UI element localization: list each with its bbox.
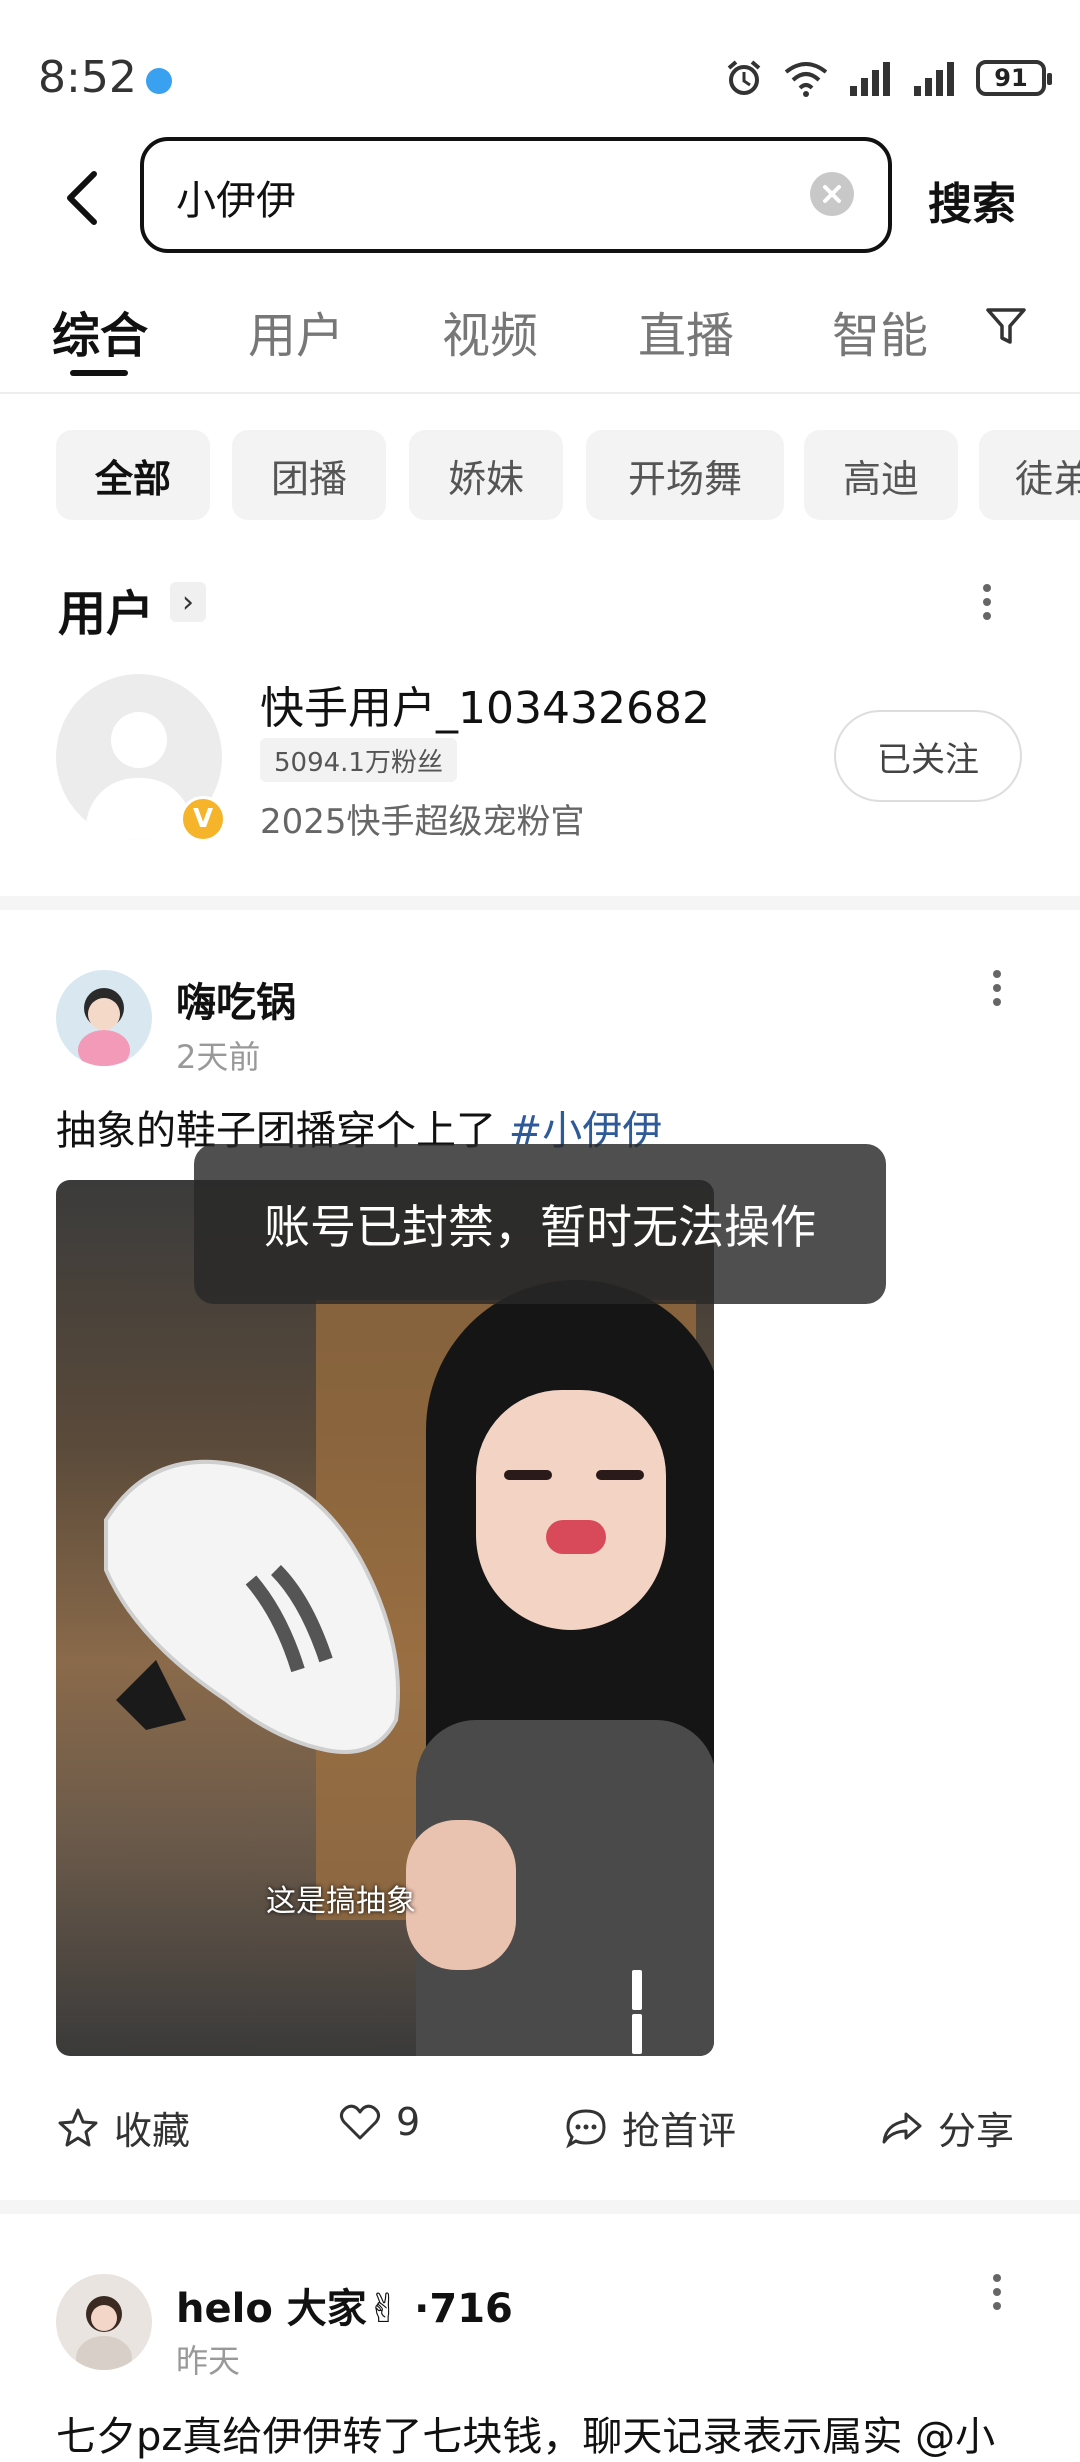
collect-label: 收藏 <box>114 2109 191 2153</box>
status-time: 8:52 <box>38 52 137 103</box>
chip-group-live[interactable]: 团播 <box>232 430 386 520</box>
video-subtitle: 这是搞抽象 <box>266 1884 416 1919</box>
post2-author-name[interactable]: helo 大家✌ ·716 <box>176 2276 513 2334</box>
comment-icon <box>566 2108 606 2148</box>
filter-icon[interactable] <box>984 304 1028 348</box>
post2-text: 七夕pz真给伊伊转了七块钱，聊天记录表示属实 @小 <box>56 2414 996 2460</box>
divider <box>0 392 1080 394</box>
like-count: 9 <box>396 2100 421 2144</box>
video-eye <box>504 1470 552 1480</box>
chevron-right-icon[interactable]: › <box>170 582 206 622</box>
video-lips <box>546 1520 606 1554</box>
share-button[interactable]: 分享 <box>880 2100 1014 2155</box>
fans-count: 5094.1万粉丝 <box>260 738 457 782</box>
search-button[interactable]: 搜索 <box>928 168 1016 232</box>
section-divider <box>0 896 1080 910</box>
video-player[interactable]: 这是搞抽象 <box>56 1180 714 2056</box>
post-more-icon[interactable] <box>992 964 1002 1012</box>
chip-opening-dance[interactable]: 开场舞 <box>586 430 784 520</box>
tab-indicator <box>70 370 128 376</box>
post2-author-avatar[interactable] <box>56 2274 152 2370</box>
video-hand <box>406 1820 516 1970</box>
video-face <box>476 1390 666 1630</box>
post-author-name[interactable]: 嗨吃锅 <box>176 970 296 1028</box>
follow-button[interactable]: 已关注 <box>834 710 1022 802</box>
post2-time: 昨天 <box>176 2342 241 2380</box>
tab-comprehensive[interactable]: 综合 <box>52 296 148 366</box>
toast-message: 账号已封禁，暂时无法操作 <box>194 1144 886 1304</box>
alarm-icon <box>727 60 761 95</box>
chip-gaodi[interactable]: 高迪 <box>804 430 958 520</box>
search-query[interactable]: 小伊伊 <box>176 168 296 226</box>
like-button[interactable]: 9 <box>338 2100 420 2144</box>
user-name[interactable]: 快手用户_103432682 <box>260 672 710 736</box>
clear-icon[interactable] <box>810 172 854 216</box>
pause-icon[interactable] <box>632 1970 666 2054</box>
signal-icon-2 <box>914 62 954 96</box>
chip-all[interactable]: 全部 <box>56 430 210 520</box>
user-description: 2025快手超级宠粉官 <box>260 802 585 842</box>
verified-badge: V <box>180 796 226 842</box>
location-icon <box>146 68 172 94</box>
star-icon <box>58 2108 98 2146</box>
share-label: 分享 <box>938 2109 1015 2153</box>
tab-videos[interactable]: 视频 <box>442 296 538 366</box>
collect-button[interactable]: 收藏 <box>56 2100 190 2155</box>
battery-icon: 91 <box>976 60 1052 96</box>
signal-icon <box>850 62 890 96</box>
chip-jiaomei[interactable]: 娇妹 <box>409 430 563 520</box>
tab-live[interactable]: 直播 <box>638 296 734 366</box>
tab-users[interactable]: 用户 <box>248 296 344 366</box>
more-icon[interactable] <box>982 578 992 626</box>
status-icons: 91 <box>724 58 1052 98</box>
wifi-icon <box>784 62 828 97</box>
post-time: 2天前 <box>176 1038 261 1076</box>
share-icon <box>882 2112 922 2143</box>
video-eye <box>596 1470 644 1480</box>
shoe-image <box>104 1459 400 1754</box>
comment-button[interactable]: 抢首评 <box>564 2100 736 2155</box>
section-divider <box>0 2200 1080 2214</box>
section-title-users[interactable]: 用户 <box>58 574 154 644</box>
chip-disciple[interactable]: 徒弟 <box>979 430 1080 520</box>
comment-label: 抢首评 <box>622 2109 737 2153</box>
tab-smart[interactable]: 智能 <box>832 296 928 366</box>
post-author-avatar[interactable] <box>56 970 152 1066</box>
heart-icon <box>339 2104 381 2140</box>
back-arrow-icon[interactable] <box>62 168 102 228</box>
post2-more-icon[interactable] <box>992 2268 1002 2316</box>
